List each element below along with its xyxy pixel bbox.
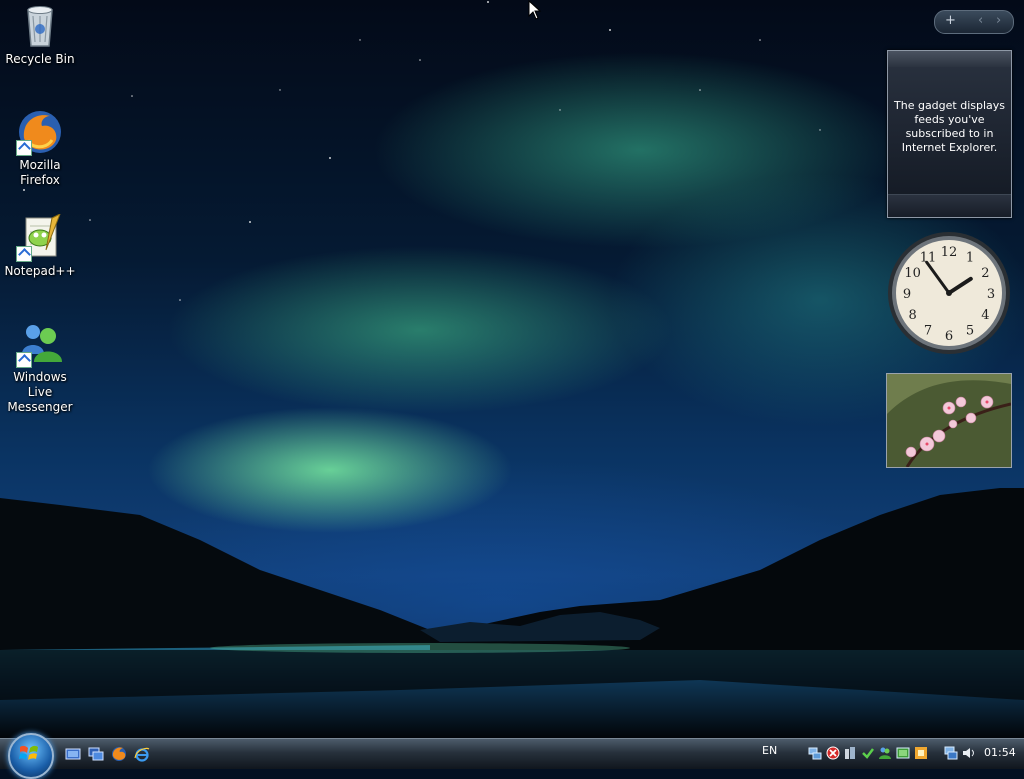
clock-numeral: 6 [945, 329, 953, 344]
icon-label: Recycle Bin [5, 52, 75, 66]
windows-live-messenger-icon [16, 320, 64, 368]
language-indicator[interactable]: EN [762, 744, 777, 757]
network-connection-icon[interactable] [944, 746, 958, 760]
gadget-footer [888, 194, 1011, 217]
recycle-bin-icon [16, 2, 64, 50]
feed-gadget-message: The gadget displays feeds you've subscri… [894, 99, 1006, 154]
desktop-icon-mozilla-firefox[interactable]: Mozilla Firefox [0, 108, 80, 188]
network-icon[interactable] [808, 746, 822, 760]
desktop-icon-notepad-plus-plus[interactable]: Notepad++ [0, 212, 80, 279]
notepad-plus-plus-icon [16, 212, 64, 262]
icon-label: Mozilla Firefox [19, 158, 61, 187]
firefox-icon[interactable] [111, 746, 127, 762]
start-button[interactable] [8, 733, 54, 779]
show-desktop-icon[interactable] [65, 746, 81, 762]
windows-defender-icon[interactable] [843, 746, 857, 760]
clock-numeral: 5 [966, 323, 974, 338]
sidebar-prev-button[interactable]: ‹ [978, 13, 983, 28]
add-gadget-button[interactable]: + [945, 13, 956, 28]
clock-numeral: 9 [903, 287, 911, 302]
firefox-icon [16, 108, 64, 156]
battery-icon[interactable] [896, 746, 910, 760]
windows-logo-icon [19, 745, 38, 760]
clock-numeral: 8 [908, 308, 916, 323]
clock-numeral: 10 [904, 266, 921, 281]
pink-flowers-photo [887, 374, 1011, 467]
antivirus-icon[interactable] [914, 746, 928, 760]
icon-label: Windows Live Messenger [7, 370, 73, 414]
mouse-pointer-icon [528, 0, 542, 20]
security-alert-icon[interactable] [826, 746, 840, 760]
clock-gadget[interactable]: 12 1 2 3 4 5 6 7 8 9 10 11 [886, 230, 1012, 356]
sidebar-next-button[interactable]: › [996, 13, 1001, 28]
shortcut-arrow-icon [16, 140, 32, 156]
taskbar-clock[interactable]: 01:54 [984, 746, 1016, 759]
mountain-lake-landscape [0, 488, 1024, 738]
clock-numeral: 3 [987, 287, 995, 302]
update-icon[interactable] [861, 746, 875, 760]
messenger-icon[interactable] [878, 746, 892, 760]
taskbar: EN 01:54 [0, 733, 1024, 779]
feed-headlines-gadget[interactable]: The gadget displays feeds you've subscri… [887, 50, 1012, 218]
shortcut-arrow-icon [16, 352, 32, 368]
desktop-background: Recycle Bin Mozilla Firefox Notepad++ Wi… [0, 0, 1024, 738]
gadget-header [888, 51, 1011, 67]
desktop-icon-windows-live-messenger[interactable]: Windows Live Messenger [0, 320, 80, 415]
slideshow-gadget[interactable] [886, 373, 1012, 468]
switch-windows-icon[interactable] [88, 746, 104, 762]
internet-explorer-icon[interactable] [134, 746, 150, 762]
sidebar-controls: + ‹ › [934, 10, 1014, 34]
volume-icon[interactable] [962, 746, 976, 760]
icon-label: Notepad++ [4, 264, 76, 278]
clock-numeral: 4 [981, 308, 989, 323]
shortcut-arrow-icon [16, 246, 32, 262]
clock-numeral: 12 [941, 245, 958, 260]
clock-numeral: 1 [966, 251, 974, 266]
clock-numeral: 7 [924, 323, 932, 338]
desktop-icon-recycle-bin[interactable]: Recycle Bin [0, 2, 80, 67]
clock-numeral: 2 [981, 266, 989, 281]
